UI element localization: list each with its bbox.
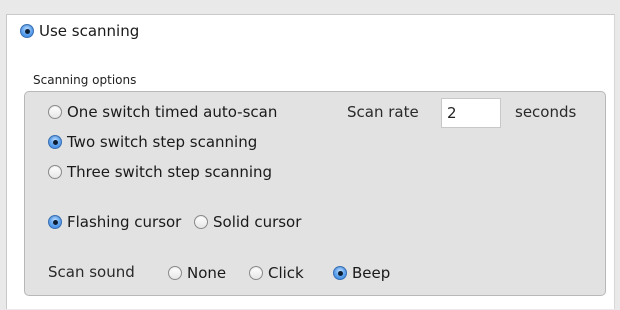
solid-cursor-label: Solid cursor xyxy=(213,213,302,231)
scanning-options-title: Scanning options xyxy=(33,73,137,87)
sound-none-radio[interactable]: None xyxy=(168,264,226,282)
flashing-cursor-radio[interactable]: Flashing cursor xyxy=(48,213,181,231)
sound-beep-label: Beep xyxy=(352,264,391,282)
use-scanning-radio[interactable]: Use scanning xyxy=(20,22,139,40)
radio-unselected-icon xyxy=(48,165,62,179)
three-switch-step-scanning-radio[interactable]: Three switch step scanning xyxy=(48,163,272,181)
use-scanning-label: Use scanning xyxy=(39,22,140,40)
sound-beep-radio[interactable]: Beep xyxy=(333,264,390,282)
one-switch-label: One switch timed auto-scan xyxy=(67,103,278,121)
radio-selected-icon xyxy=(48,215,62,229)
sound-click-label: Click xyxy=(268,264,304,282)
solid-cursor-radio[interactable]: Solid cursor xyxy=(194,213,301,231)
radio-unselected-icon xyxy=(194,215,208,229)
one-switch-auto-scan-radio[interactable]: One switch timed auto-scan xyxy=(48,103,277,121)
radio-selected-icon xyxy=(20,24,34,38)
radio-selected-icon xyxy=(48,135,62,149)
scan-rate-input[interactable] xyxy=(441,98,501,128)
scan-rate-unit: seconds xyxy=(515,103,577,121)
scan-rate-label: Scan rate xyxy=(347,103,419,121)
radio-unselected-icon xyxy=(168,266,182,280)
three-switch-label: Three switch step scanning xyxy=(67,163,273,181)
sound-none-label: None xyxy=(187,264,227,282)
flashing-cursor-label: Flashing cursor xyxy=(67,213,182,231)
radio-unselected-icon xyxy=(249,266,263,280)
scan-sound-label: Scan sound xyxy=(48,263,135,281)
sound-click-radio[interactable]: Click xyxy=(249,264,304,282)
radio-selected-icon xyxy=(333,266,347,280)
two-switch-step-scanning-radio[interactable]: Two switch step scanning xyxy=(48,133,257,151)
radio-unselected-icon xyxy=(48,105,62,119)
two-switch-label: Two switch step scanning xyxy=(67,133,258,151)
